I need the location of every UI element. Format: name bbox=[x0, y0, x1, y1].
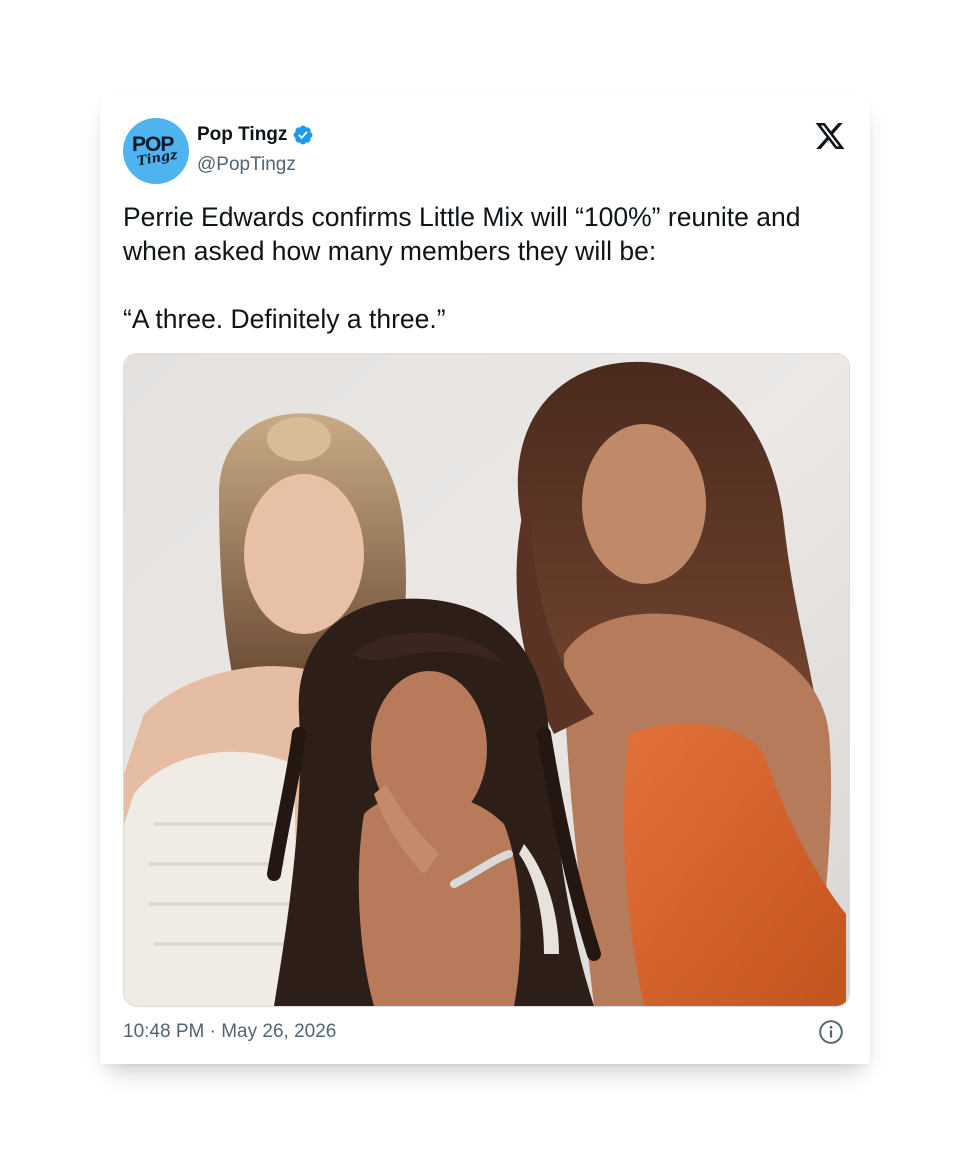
page: POP Tingz Pop Tingz @PopTingz Perrie Edw… bbox=[0, 0, 971, 1166]
tweet-photo[interactable] bbox=[123, 353, 850, 1007]
avatar[interactable]: POP Tingz bbox=[123, 118, 189, 184]
x-logo-icon[interactable] bbox=[813, 120, 847, 152]
author-name-row: Pop Tingz bbox=[197, 123, 314, 147]
author-handle[interactable]: @PopTingz bbox=[197, 153, 296, 177]
tweet-timestamp[interactable]: 10:48 PM · May 26, 2026 bbox=[123, 1020, 336, 1044]
author-display-name[interactable]: Pop Tingz bbox=[197, 123, 287, 147]
tweet-card: POP Tingz Pop Tingz @PopTingz Perrie Edw… bbox=[100, 96, 870, 1064]
info-icon[interactable] bbox=[818, 1019, 844, 1045]
tweet-text: Perrie Edwards confirms Little Mix will … bbox=[123, 202, 801, 334]
verified-badge-icon bbox=[292, 124, 314, 146]
